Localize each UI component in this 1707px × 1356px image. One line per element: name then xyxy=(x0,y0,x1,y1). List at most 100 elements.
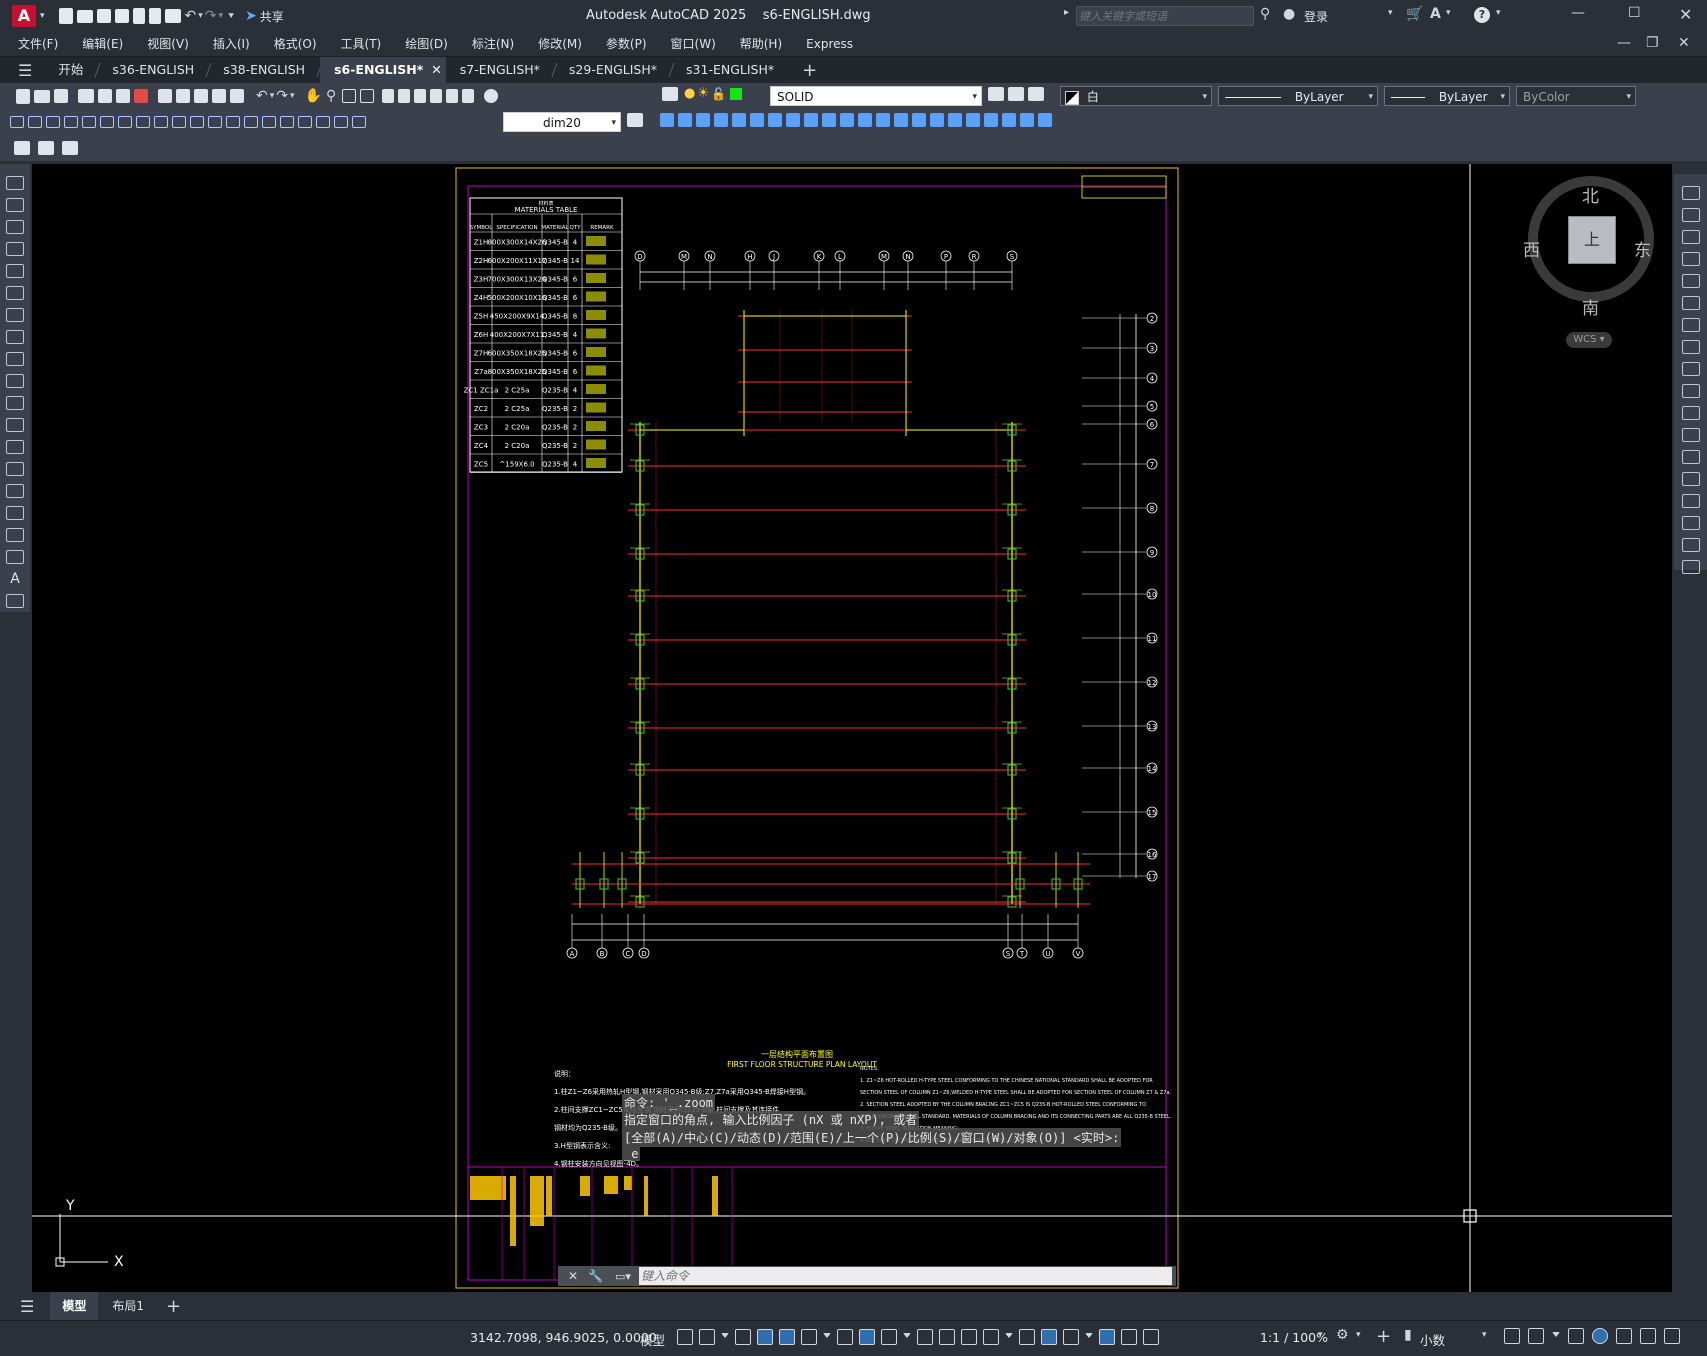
separate-icon[interactable] xyxy=(966,113,980,127)
close-button[interactable]: ✕ xyxy=(1679,5,1692,24)
lock-ui-icon[interactable] xyxy=(1528,1328,1544,1344)
dim-linear-icon[interactable] xyxy=(10,116,24,128)
dim-quick-icon[interactable] xyxy=(154,116,168,128)
command-close-icon[interactable]: ✕ xyxy=(568,1269,578,1283)
new-layout-plus-icon[interactable]: + xyxy=(166,1296,181,1317)
menu-draw[interactable]: 绘图(D) xyxy=(393,32,460,56)
interfere-icon[interactable] xyxy=(858,113,872,127)
region-icon[interactable] xyxy=(6,528,24,542)
dimstyle-manager-icon[interactable] xyxy=(627,113,643,127)
cart-icon[interactable]: 🛒 xyxy=(1406,6,1423,22)
tab-s6-english[interactable]: s6-ENGLISH* ✕ xyxy=(320,57,446,83)
polar-icon[interactable] xyxy=(801,1329,817,1345)
maximize-button[interactable]: ☐ xyxy=(1628,5,1641,21)
dim-update-icon[interactable] xyxy=(352,116,366,128)
layer-previous-icon[interactable] xyxy=(1008,87,1024,101)
plot-toolbar-icon[interactable] xyxy=(78,89,94,103)
make-block-icon[interactable] xyxy=(6,440,24,454)
app-menu-chevron-icon[interactable]: ▾ xyxy=(40,11,45,21)
menu-express[interactable]: Express xyxy=(794,32,865,56)
menu-parametric[interactable]: 参数(P) xyxy=(594,32,659,56)
lock-dropdown-icon[interactable] xyxy=(1552,1332,1560,1340)
break-at-point-icon[interactable] xyxy=(1681,428,1700,442)
help-dropdown-icon[interactable]: ▾ xyxy=(1496,8,1501,18)
drawing-canvas[interactable]: Y X 材料表 MATERIALS TABLE SYMBOL SPECIFICATIO… xyxy=(32,164,1672,1292)
move-icon[interactable] xyxy=(1681,296,1700,310)
chamfer-edge-icon[interactable] xyxy=(822,113,836,127)
mirror-icon[interactable] xyxy=(1681,230,1700,244)
jogged-linear-icon[interactable] xyxy=(298,116,312,128)
autodesk-a-icon[interactable]: A xyxy=(1430,6,1441,22)
tab-s31-english[interactable]: s31-ENGLISH* xyxy=(672,57,788,83)
chamfer-icon[interactable] xyxy=(1681,494,1700,508)
units-icon[interactable]: ▮ xyxy=(1404,1327,1412,1343)
selection-filter-icon[interactable] xyxy=(1041,1329,1057,1345)
layer-properties-icon[interactable] xyxy=(662,86,678,101)
plotstyle-dropdown[interactable]: ByColor ▾ xyxy=(1516,86,1636,106)
auto-scale-icon[interactable] xyxy=(1121,1329,1137,1345)
tool-palettes-icon[interactable] xyxy=(414,89,427,103)
lineweight-icon[interactable] xyxy=(917,1329,933,1345)
annotation-visibility-icon[interactable] xyxy=(1099,1329,1115,1345)
toolbar-undo-dropdown-icon[interactable]: ▾ xyxy=(270,91,275,101)
quick-properties-icon[interactable] xyxy=(1504,1328,1520,1344)
doc-close-button[interactable]: ✕ xyxy=(1678,35,1690,51)
minimize-button[interactable]: — xyxy=(1571,5,1585,21)
pan-icon[interactable]: ✋ xyxy=(305,88,322,104)
search-icon[interactable]: ⚲ xyxy=(1260,6,1270,22)
spline-icon[interactable] xyxy=(6,352,24,366)
object-snap-tracking-icon[interactable] xyxy=(859,1329,875,1345)
toolbar-undo-icon[interactable]: ↶ xyxy=(256,88,268,104)
presspull-icon[interactable] xyxy=(732,113,746,127)
redo-dropdown-icon[interactable]: ▾ xyxy=(219,11,224,21)
file-tabs-menu-icon[interactable]: ☰ xyxy=(18,61,32,80)
xbind-icon[interactable] xyxy=(62,141,78,155)
viewcube-east[interactable]: 东 xyxy=(1634,236,1651,261)
zoom-realtime-icon[interactable]: ⚲ xyxy=(326,88,336,104)
toolbar-redo-dropdown-icon[interactable]: ▾ xyxy=(290,91,295,101)
tab-model[interactable]: 模型 xyxy=(50,1292,99,1320)
dim-arc-icon[interactable] xyxy=(46,116,60,128)
lineweight-dropdown[interactable]: ByLayer ▾ xyxy=(1384,86,1510,106)
table-icon[interactable] xyxy=(6,550,24,564)
clean-screen-icon[interactable] xyxy=(1616,1328,1632,1344)
revolve-icon[interactable] xyxy=(768,113,782,127)
rotate-icon[interactable] xyxy=(1681,318,1700,332)
polygon-icon[interactable] xyxy=(6,242,24,256)
add-plus-icon[interactable]: + xyxy=(1376,1326,1391,1347)
autocad-logo[interactable]: A xyxy=(12,5,36,27)
ortho-icon[interactable] xyxy=(779,1329,795,1345)
isolate-objects-icon[interactable] xyxy=(1568,1328,1584,1344)
share-icon[interactable]: ➤ xyxy=(245,8,257,24)
autodesk-dropdown-icon[interactable]: ▾ xyxy=(1446,8,1451,18)
units-dropdown-icon[interactable]: ▾ xyxy=(1482,1330,1487,1340)
transparency-icon[interactable] xyxy=(939,1329,955,1345)
tab-layout1[interactable]: 布局1 xyxy=(98,1292,158,1320)
settings-dropdown-icon[interactable]: ▾ xyxy=(1356,1330,1361,1340)
fillet-icon[interactable] xyxy=(1681,516,1700,530)
menu-file[interactable]: 文件(F) xyxy=(6,32,70,56)
stretch-icon[interactable] xyxy=(1681,362,1700,376)
dim-angular-icon[interactable] xyxy=(136,116,150,128)
revision-cloud-icon[interactable] xyxy=(6,330,24,344)
properties-icon[interactable] xyxy=(382,89,395,103)
menu-edit[interactable]: 编辑(E) xyxy=(70,32,135,56)
new-file-icon[interactable] xyxy=(58,8,73,24)
qnew-icon[interactable] xyxy=(16,88,30,104)
dim-diameter-icon[interactable] xyxy=(118,116,132,128)
tab-s29-english[interactable]: s29-ENGLISH* xyxy=(555,57,671,83)
menu-view[interactable]: 视图(V) xyxy=(135,32,201,56)
layer-on-icon[interactable]: ● xyxy=(684,86,695,101)
save-as-icon[interactable] xyxy=(114,9,129,23)
polar-dropdown-icon[interactable] xyxy=(823,1333,831,1341)
dim-continue-icon[interactable] xyxy=(190,116,204,128)
cut-icon[interactable] xyxy=(158,89,172,103)
annotation-scale-icon-icon[interactable] xyxy=(1143,1329,1159,1345)
erase-icon[interactable] xyxy=(1681,186,1700,200)
ellipse-icon[interactable] xyxy=(6,374,24,388)
make-current-layer-icon[interactable] xyxy=(988,87,1004,101)
new-tab-plus-icon[interactable]: + xyxy=(802,60,817,81)
dimstyle-dropdown[interactable]: dim20 ▾ xyxy=(503,112,621,132)
dynamic-input-icon[interactable] xyxy=(757,1329,773,1345)
block-editor-icon[interactable] xyxy=(230,89,244,103)
